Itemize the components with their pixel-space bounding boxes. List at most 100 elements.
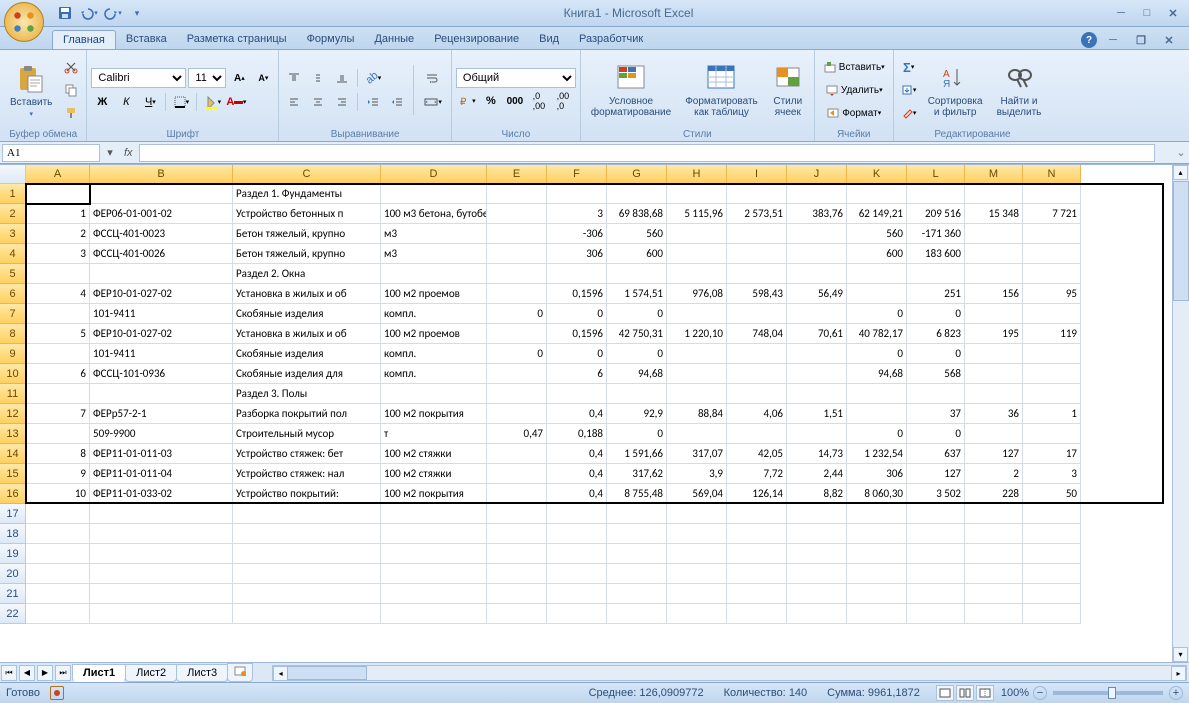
cell-K4[interactable]: 600 — [847, 244, 907, 264]
view-page-layout[interactable] — [956, 685, 974, 701]
format-cells[interactable]: Формат▾ — [819, 102, 889, 124]
row-header-21[interactable]: 21 — [0, 584, 26, 604]
cell-B19[interactable] — [90, 544, 233, 564]
cell-I21[interactable] — [727, 584, 787, 604]
cell-H22[interactable] — [667, 604, 727, 624]
cell-G22[interactable] — [607, 604, 667, 624]
cell-I10[interactable] — [727, 364, 787, 384]
cell-E5[interactable] — [487, 264, 547, 284]
cell-E6[interactable] — [487, 284, 547, 304]
cell-K16[interactable]: 8 060,30 — [847, 484, 907, 504]
cell-L9[interactable]: 0 — [907, 344, 965, 364]
cell-C3[interactable]: Бетон тяжелый, крупно — [233, 224, 381, 244]
cell-C17[interactable] — [233, 504, 381, 524]
zoom-thumb[interactable] — [1108, 687, 1116, 699]
cell-G21[interactable] — [607, 584, 667, 604]
cell-K5[interactable] — [847, 264, 907, 284]
cell-E3[interactable] — [487, 224, 547, 244]
cell-L8[interactable]: 6 823 — [907, 324, 965, 344]
cell-B8[interactable]: ФЕР10-01-027-02 — [90, 324, 233, 344]
cell-G17[interactable] — [607, 504, 667, 524]
col-header-G[interactable]: G — [607, 165, 667, 184]
cell-K10[interactable]: 94,68 — [847, 364, 907, 384]
ribbon-tab-0[interactable]: Главная — [52, 30, 116, 49]
cell-I12[interactable]: 4,06 — [727, 404, 787, 424]
cell-C22[interactable] — [233, 604, 381, 624]
cell-B18[interactable] — [90, 524, 233, 544]
worksheet-grid[interactable]: ABCDEFGHIJKLMN1Раздел 1. Фундаменты21ФЕР… — [0, 164, 1189, 662]
cell-N15[interactable]: 3 — [1023, 464, 1081, 484]
cell-H1[interactable] — [667, 184, 727, 204]
cell-H8[interactable]: 1 220,10 — [667, 324, 727, 344]
cell-E17[interactable] — [487, 504, 547, 524]
cell-K21[interactable] — [847, 584, 907, 604]
ribbon-tab-6[interactable]: Вид — [529, 30, 569, 49]
cell-N20[interactable] — [1023, 564, 1081, 584]
cell-F16[interactable]: 0,4 — [547, 484, 607, 504]
cell-B13[interactable]: 509-9900 — [90, 424, 233, 444]
cell-E12[interactable] — [487, 404, 547, 424]
cell-D13[interactable]: т — [381, 424, 487, 444]
cell-G4[interactable]: 600 — [607, 244, 667, 264]
sheet-nav-first[interactable]: ⏮ — [1, 665, 17, 681]
cell-C5[interactable]: Раздел 2. Окна — [233, 264, 381, 284]
row-header-3[interactable]: 3 — [0, 224, 26, 244]
col-header-K[interactable]: K — [847, 165, 907, 184]
cell-E1[interactable] — [487, 184, 547, 204]
cell-J4[interactable] — [787, 244, 847, 264]
cell-B16[interactable]: ФЕР11-01-033-02 — [90, 484, 233, 504]
cell-C18[interactable] — [233, 524, 381, 544]
cell-C10[interactable]: Скобяные изделия для — [233, 364, 381, 384]
cell-F12[interactable]: 0,4 — [547, 404, 607, 424]
cell-I16[interactable]: 126,14 — [727, 484, 787, 504]
cell-K17[interactable] — [847, 504, 907, 524]
cell-D10[interactable]: компл. — [381, 364, 487, 384]
cell-G15[interactable]: 317,62 — [607, 464, 667, 484]
cell-J21[interactable] — [787, 584, 847, 604]
cell-N5[interactable] — [1023, 264, 1081, 284]
cell-C9[interactable]: Скобяные изделия — [233, 344, 381, 364]
cell-B6[interactable]: ФЕР10-01-027-02 — [90, 284, 233, 304]
orientation-button[interactable]: ab▾ — [362, 67, 384, 89]
cell-K14[interactable]: 1 232,54 — [847, 444, 907, 464]
vertical-scrollbar[interactable]: ▴ ▾ — [1172, 165, 1189, 662]
underline-button[interactable]: Ч▾ — [139, 91, 161, 113]
cell-M7[interactable] — [965, 304, 1023, 324]
name-box-dropdown[interactable]: ▾ — [102, 146, 118, 159]
cell-K1[interactable] — [847, 184, 907, 204]
macro-record-icon[interactable] — [50, 686, 64, 700]
col-header-I[interactable]: I — [727, 165, 787, 184]
align-right[interactable] — [331, 91, 353, 113]
cell-K20[interactable] — [847, 564, 907, 584]
horizontal-scrollbar[interactable]: ◂ ▸ — [272, 665, 1187, 681]
cell-H6[interactable]: 976,08 — [667, 284, 727, 304]
cell-N3[interactable] — [1023, 224, 1081, 244]
cell-M9[interactable] — [965, 344, 1023, 364]
fill-color-button[interactable]: ▾ — [201, 91, 223, 113]
cell-L12[interactable]: 37 — [907, 404, 965, 424]
cell-G3[interactable]: 560 — [607, 224, 667, 244]
cell-L4[interactable]: 183 600 — [907, 244, 965, 264]
cell-G20[interactable] — [607, 564, 667, 584]
row-header-7[interactable]: 7 — [0, 304, 26, 324]
ribbon-tab-2[interactable]: Разметка страницы — [177, 30, 297, 49]
cell-J2[interactable]: 383,76 — [787, 204, 847, 224]
cell-G16[interactable]: 8 755,48 — [607, 484, 667, 504]
cell-H18[interactable] — [667, 524, 727, 544]
number-format-select[interactable]: Общий — [456, 68, 576, 88]
cell-D21[interactable] — [381, 584, 487, 604]
row-header-16[interactable]: 16 — [0, 484, 26, 504]
cell-M22[interactable] — [965, 604, 1023, 624]
cell-M5[interactable] — [965, 264, 1023, 284]
cell-J12[interactable]: 1,51 — [787, 404, 847, 424]
sheet-tab-1[interactable]: Лист2 — [125, 664, 177, 682]
cell-I14[interactable]: 42,05 — [727, 444, 787, 464]
cell-B5[interactable] — [90, 264, 233, 284]
align-left[interactable] — [283, 91, 305, 113]
cell-J14[interactable]: 14,73 — [787, 444, 847, 464]
cell-E13[interactable]: 0,47 — [487, 424, 547, 444]
cell-L16[interactable]: 3 502 — [907, 484, 965, 504]
cell-J10[interactable] — [787, 364, 847, 384]
ribbon-tab-3[interactable]: Формулы — [297, 30, 365, 49]
workbook-restore[interactable]: ❐ — [1129, 31, 1153, 49]
